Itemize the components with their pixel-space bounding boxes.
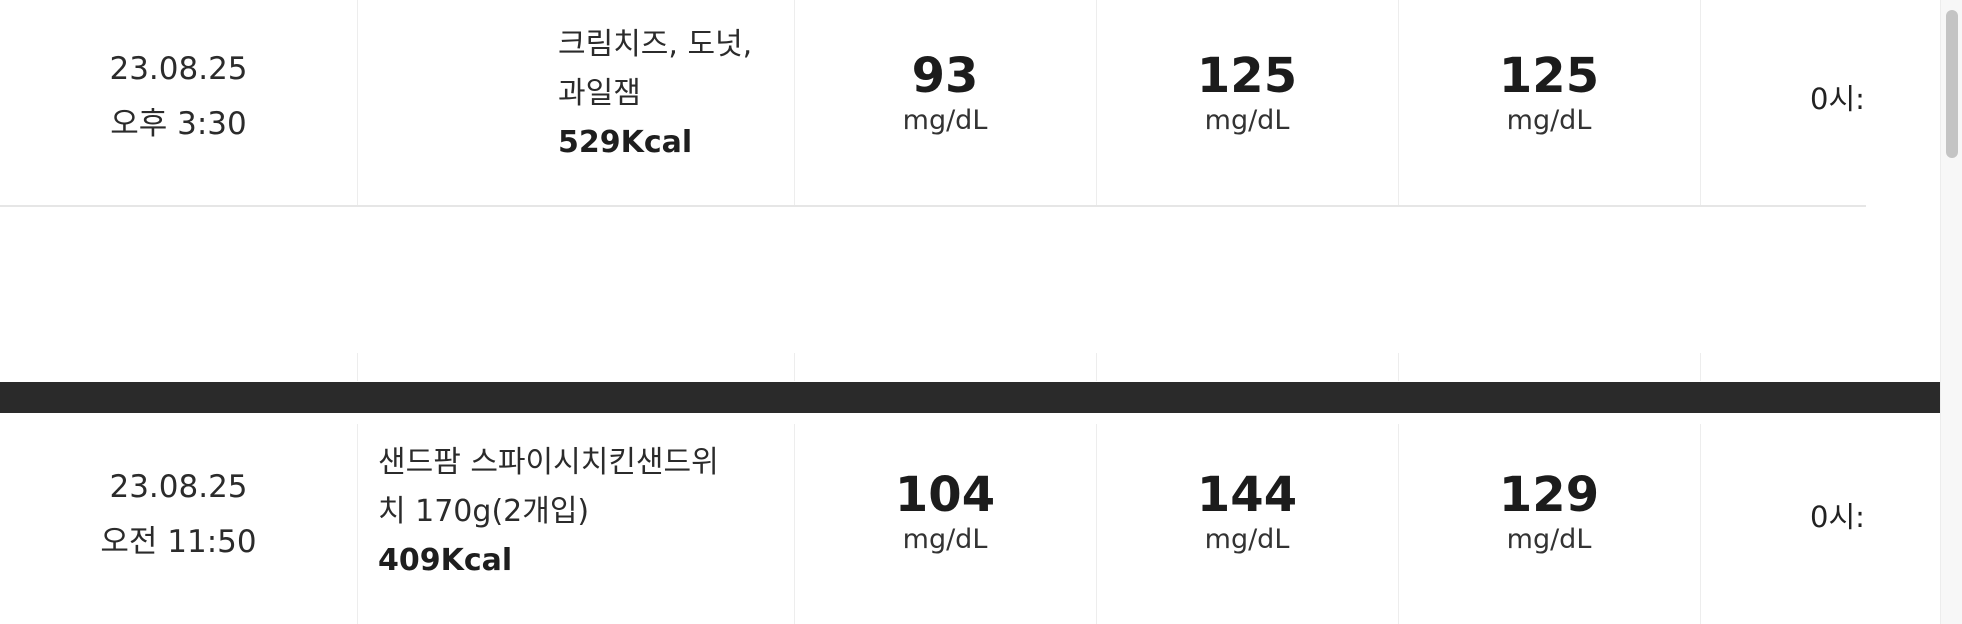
column-divider <box>1700 0 1701 205</box>
food-name-line: 크림치즈, 도넛, <box>558 27 753 62</box>
glucose-value-1: 93 mg/dL <box>794 47 1096 137</box>
food-name-line: 샌드팜 스파이시치킨샌드위 <box>378 445 719 480</box>
glucose-number: 129 <box>1498 467 1600 523</box>
record-date: 23.08.25 <box>109 469 248 505</box>
record-time: 오후 3:30 <box>110 106 247 142</box>
food-kcal: 409Kcal <box>378 543 513 578</box>
food-kcal: 529Kcal <box>558 125 693 160</box>
table-row[interactable]: 23.08.25 오전 11:50 샌드팜 스파이시치킨샌드위 치 170g(2… <box>0 424 1866 624</box>
glucose-number: 144 <box>1196 467 1298 523</box>
glucose-value-2: 144 mg/dL <box>1096 466 1398 556</box>
glucose-value-3: 125 mg/dL <box>1398 47 1700 137</box>
vertical-scrollbar[interactable] <box>1940 0 1962 624</box>
column-divider <box>357 424 358 624</box>
glucose-number: 104 <box>894 467 996 523</box>
table-row[interactable]: 23.08.25 오후 3:30 크림치즈, 도넛, 과일잼 529Kcal 9… <box>0 0 1866 207</box>
glucose-unit: mg/dL <box>1506 105 1592 136</box>
glucose-value-2: 125 mg/dL <box>1096 47 1398 137</box>
column-divider <box>1398 353 1399 381</box>
food-name-line: 과일잼 <box>558 76 641 111</box>
glucose-unit: mg/dL <box>1506 524 1592 555</box>
glucose-number: 125 <box>1196 48 1298 104</box>
elapsed-time: 0시: <box>1810 500 1865 534</box>
column-divider <box>1700 424 1701 624</box>
records-table: 23.08.25 오후 3:30 크림치즈, 도넛, 과일잼 529Kcal 9… <box>0 0 1866 624</box>
glucose-value-3: 129 mg/dL <box>1398 466 1700 556</box>
column-divider <box>357 353 358 381</box>
column-divider <box>1700 353 1701 381</box>
glucose-number: 93 <box>911 48 979 104</box>
record-time: 오전 11:50 <box>100 524 257 560</box>
glucose-unit: mg/dL <box>902 524 988 555</box>
glucose-unit: mg/dL <box>1204 105 1290 136</box>
glucose-value-1: 104 mg/dL <box>794 466 1096 556</box>
food-name-line: 치 170g(2개입) <box>378 494 590 529</box>
column-divider <box>1096 353 1097 381</box>
elapsed-time: 0시: <box>1810 82 1865 116</box>
record-datetime: 23.08.25 오전 11:50 <box>0 424 357 624</box>
record-date: 23.08.25 <box>109 51 248 87</box>
empty-section <box>0 207 1866 381</box>
column-divider <box>794 353 795 381</box>
food-info: 크림치즈, 도넛, 과일잼 529Kcal <box>558 20 752 167</box>
glucose-unit: mg/dL <box>902 105 988 136</box>
section-divider-bar <box>0 382 1940 413</box>
glucose-number: 125 <box>1498 48 1600 104</box>
scrollbar-thumb[interactable] <box>1946 10 1958 158</box>
glucose-unit: mg/dL <box>1204 524 1290 555</box>
record-datetime: 23.08.25 오후 3:30 <box>0 0 357 205</box>
food-info: 샌드팜 스파이시치킨샌드위 치 170g(2개입) 409Kcal <box>378 438 719 585</box>
column-divider <box>357 0 358 205</box>
